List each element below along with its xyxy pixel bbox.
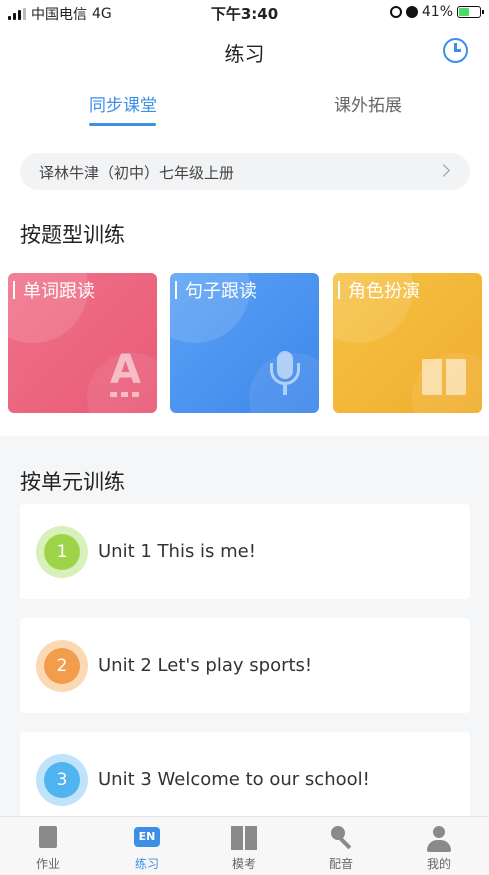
sentence-repeat-card[interactable]: 句子跟读 [170,273,319,413]
homework-icon [39,826,57,848]
card-accent-bar [13,281,15,299]
unit-title: Unit 3 Welcome to our school! [98,769,370,790]
tabbar-item-dubbing[interactable]: 配音 [306,817,376,875]
battery-icon [457,6,484,18]
en-icon: EN [134,827,160,847]
textbook-selector[interactable]: 译林牛津（初中）七年级上册 [20,153,470,190]
card-accent-bar [338,281,340,299]
active-tab-indicator [89,123,156,126]
unit-number-badge: 2 [36,640,88,692]
clock-icon[interactable] [443,38,468,63]
unit-number: 1 [44,534,80,570]
unit-title: Unit 2 Let's play sports! [98,655,313,676]
tab-extracurricular[interactable]: 课外拓展 [334,91,402,116]
card-accent-bar [175,281,177,299]
book-icon [231,826,257,850]
tabbar-label: 练习 [134,857,159,871]
tabbar-item-mock-exam[interactable]: 模考 [209,817,279,875]
card-label: 角色扮演 [348,281,420,302]
chevron-right-icon [437,164,450,177]
unit-title: Unit 1 This is me! [98,541,256,562]
tabbar-label: 配音 [328,857,353,871]
page-title: 练习 [224,42,265,66]
tab-sync-class[interactable]: 同步课堂 [89,91,157,116]
unit-training-panel: 按单元训练 1 Unit 1 This is me! 2 Unit 2 Let'… [0,436,489,827]
unit-card-2[interactable]: 2 Unit 2 Let's play sports! [20,618,470,713]
word-repeat-card[interactable]: 单词跟读 A [8,273,157,413]
tabbar-label: 我的 [426,857,451,871]
role-play-card[interactable]: 角色扮演 [333,273,482,413]
open-book-icon [422,357,466,397]
alarm-icon [405,6,418,18]
unit-card-3[interactable]: 3 Unit 3 Welcome to our school! [20,732,470,827]
nav-bar: 练习 [0,26,489,76]
unit-card-1[interactable]: 1 Unit 1 This is me! [20,504,470,599]
card-label: 单词跟读 [23,281,95,302]
unit-number: 2 [44,648,80,684]
unit-number-badge: 1 [36,526,88,578]
tabbar-label: 作业 [35,857,60,871]
tabbar-item-mine[interactable]: 我的 [404,817,474,875]
tabbar-item-homework[interactable]: 作业 [13,817,83,875]
letter-a-icon: A [110,350,141,397]
section-title-by-unit: 按单元训练 [20,470,125,494]
microphone-icon [267,351,303,397]
battery-percent: 41% [421,4,453,20]
bottom-tab-bar: 作业 EN 练习 模考 配音 我的 [0,816,489,875]
unit-number: 3 [44,762,80,798]
microphone-icon [328,826,354,852]
section-title-by-type: 按题型训练 [20,223,125,247]
status-right: 41% [389,4,484,20]
tab-strip: 同步课堂 课外拓展 [0,76,489,128]
tabbar-label: 模考 [231,857,256,871]
status-bar: 中国电信 4G 下午3:40 41% [0,0,489,26]
unit-number-badge: 3 [36,754,88,806]
sync-class-panel: 同步课堂 课外拓展 译林牛津（初中）七年级上册 按题型训练 单词跟读 A 句子跟… [0,76,489,436]
textbook-label: 译林牛津（初中）七年级上册 [39,164,235,182]
card-label: 句子跟读 [185,281,257,302]
user-icon [427,826,451,852]
orientation-lock-icon [389,6,402,18]
tabbar-item-practice[interactable]: EN 练习 [112,817,182,875]
